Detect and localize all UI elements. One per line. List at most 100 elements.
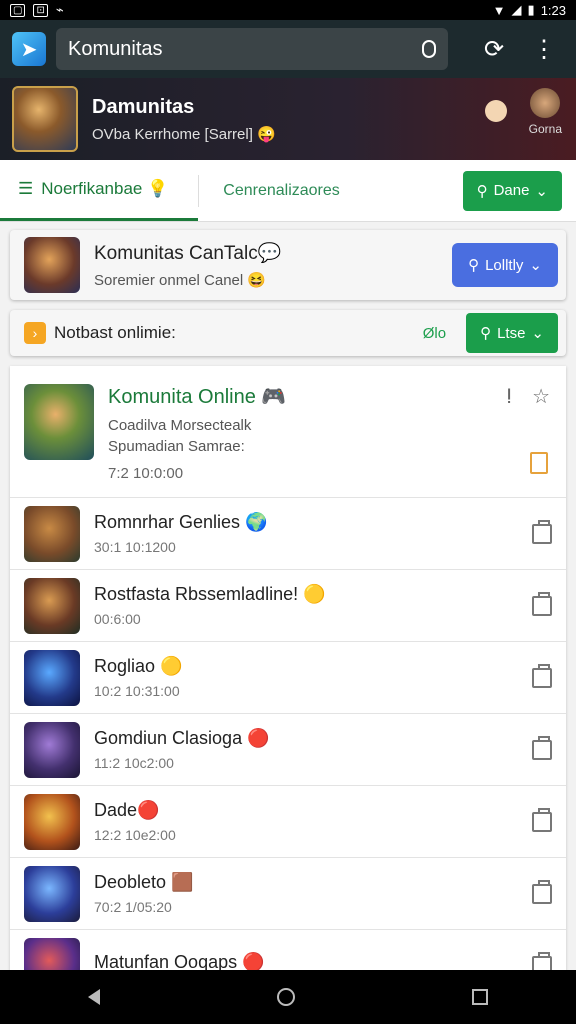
search-icon: ⚲: [468, 257, 480, 274]
more-vert-icon[interactable]: ⋮: [524, 35, 564, 64]
dane-button-label: Dane: [493, 182, 530, 199]
notice-button-label: Ltse: [497, 324, 526, 342]
community-thumb: [24, 237, 80, 293]
recents-icon[interactable]: [471, 989, 488, 1005]
notice-label: Notbast onlimie:: [54, 323, 176, 342]
home-icon[interactable]: [276, 988, 295, 1006]
community-list: Komunita Online 🎮 Coadilva Morsectealk S…: [10, 366, 566, 986]
bookmark-icon[interactable]: ☆: [532, 384, 550, 409]
notification-icon: ▢: [10, 3, 26, 17]
notice-card[interactable]: › Notbast onlimie: Ølo ⚲ Ltse ⌄: [10, 310, 566, 356]
item-time: 10:2 10:31:00: [94, 683, 180, 699]
chevron-down-icon: ⌄: [531, 325, 544, 342]
item-thumb: [24, 865, 80, 922]
item-thumb: [24, 577, 80, 634]
item-text: Gomdiun Clasioga 🔴 11:2 10c2:00: [94, 728, 532, 771]
featured-title: Komunita Online 🎮: [108, 386, 287, 408]
banner-text: Damunitas OVba Kerrhome [Sarrel] 😜: [92, 96, 276, 143]
list-item[interactable]: Romnrhar Genlies 🌍 30:1 10:1200: [10, 498, 566, 570]
status-time: 1:23: [540, 2, 566, 18]
community-card-button[interactable]: ⚲ Lolltly ⌄: [452, 243, 558, 287]
item-time: 12:2 10e2:00: [94, 827, 176, 843]
wifi-icon: ▼: [492, 2, 506, 18]
item-time: 30:1 10:1200: [94, 539, 176, 555]
search-icon: ⚲: [480, 325, 492, 342]
search-input[interactable]: Komunitas: [56, 28, 448, 70]
item-title: Dade🔴: [94, 800, 160, 820]
item-thumb: [24, 793, 80, 850]
community-card-title: Komunitas CanTalc💬: [94, 243, 282, 264]
item-title: Rogliao 🟡: [94, 656, 183, 676]
share-icon[interactable]: [532, 879, 552, 904]
app-bar: ➤ Komunitas ⟳ ⋮: [0, 20, 576, 78]
list-item[interactable]: Rostfasta Rbssemladline! 🟡 00:6:00: [10, 570, 566, 642]
gamer-profile[interactable]: Gorna: [529, 88, 562, 136]
banner-subtitle: OVba Kerrhome [Sarrel] 😜: [92, 125, 276, 143]
item-title: Deobleto 🟫: [94, 872, 194, 892]
featured-text: Komunita Online 🎮 Coadilva Morsectealk S…: [108, 384, 286, 497]
play-icon: ›: [24, 322, 46, 344]
item-time: 00:6:00: [94, 611, 141, 627]
item-time: 11:2 10c2:00: [94, 755, 174, 771]
app-logo-icon[interactable]: ➤: [12, 32, 46, 66]
battery-icon: ▮: [527, 2, 535, 17]
community-banner: Damunitas OVba Kerrhome [Sarrel] 😜 Gorna: [0, 78, 576, 160]
item-time: 70:2 1/05:20: [94, 899, 172, 915]
search-icon: ⚲: [476, 182, 488, 200]
item-text: Deobleto 🟫 70:2 1/05:20: [94, 872, 532, 915]
featured-time: 7:2 10:0:00: [108, 465, 184, 482]
community-card-button-label: Lolltly: [485, 256, 524, 274]
item-text: Rostfasta Rbssemladline! 🟡 00:6:00: [94, 584, 532, 627]
community-card-text: Komunitas CanTalc💬 Soremier onmel Canel …: [94, 241, 452, 289]
status-right: ▼ ◢ ▮ 1:23: [493, 2, 566, 18]
chevron-down-icon: ⌄: [535, 182, 548, 200]
status-left: ▢ ⊡ ⌁: [10, 2, 64, 18]
info-icon[interactable]: ⵑ: [506, 384, 512, 409]
tab-divider: [198, 174, 200, 207]
share-icon[interactable]: [532, 807, 552, 832]
list-item[interactable]: Deobleto 🟫 70:2 1/05:20: [10, 858, 566, 930]
item-thumb: [24, 721, 80, 778]
signal-bars-icon: ◢: [511, 2, 522, 17]
search-input-value: Komunitas: [68, 37, 163, 60]
list-icon: ☰: [18, 179, 34, 198]
gamer-avatar: [530, 88, 561, 118]
share-icon[interactable]: [532, 663, 552, 688]
item-text: Romnrhar Genlies 🌍 30:1 10:1200: [94, 512, 532, 555]
item-title: Romnrhar Genlies 🌍: [94, 512, 268, 532]
item-text: Dade🔴 12:2 10e2:00: [94, 800, 532, 843]
banner-title: Damunitas: [92, 95, 195, 118]
community-card[interactable]: Komunitas CanTalc💬 Soremier onmel Canel …: [10, 230, 566, 300]
notice-button[interactable]: ⚲ Ltse ⌄: [466, 313, 558, 353]
items-container: Romnrhar Genlies 🌍 30:1 10:1200 Rostfasta …: [10, 498, 566, 986]
system-nav-bar: [0, 970, 576, 1024]
chevron-down-icon: ⌄: [529, 257, 542, 274]
list-item[interactable]: Dade🔴 12:2 10e2:00: [10, 786, 566, 858]
user-avatar[interactable]: [484, 100, 507, 122]
featured-actions: ⵑ ☆: [506, 384, 550, 409]
featured-line2: Spumadian Samrae:: [108, 438, 245, 455]
back-icon[interactable]: [88, 989, 101, 1005]
online-count: Ølo: [422, 324, 447, 342]
featured-thumb: [24, 384, 94, 460]
list-item[interactable]: Gomdiun Clasioga 🔴 11:2 10c2:00: [10, 714, 566, 786]
banner-right: Gorna: [484, 88, 562, 136]
share-icon[interactable]: [532, 735, 552, 760]
item-text: Rogliao 🟡 10:2 10:31:00: [94, 656, 532, 699]
tab-centralizers[interactable]: Cenrenalizaores: [223, 182, 462, 200]
gamer-label: Gorna: [528, 122, 562, 136]
mic-icon[interactable]: [422, 40, 436, 58]
sync-icon[interactable]: ⟳: [474, 35, 514, 64]
community-card-subtitle: Soremier onmel Canel 😆: [94, 272, 267, 289]
tab-notifications[interactable]: ☰ Noerfikanbae 💡: [0, 160, 199, 221]
clipboard-icon[interactable]: [530, 452, 548, 474]
share-icon[interactable]: [532, 519, 552, 544]
list-item[interactable]: Rogliao 🟡 10:2 10:31:00: [10, 642, 566, 714]
tab-notifications-label: Noerfikanbae 💡: [41, 179, 169, 198]
featured-item[interactable]: Komunita Online 🎮 Coadilva Morsectealk S…: [10, 366, 566, 498]
featured-line1: Coadilva Morsectealk: [108, 417, 252, 434]
cast-icon: ⊡: [33, 3, 48, 17]
dane-button[interactable]: ⚲ Dane ⌄: [462, 170, 562, 211]
signal-icon: ⌁: [55, 2, 64, 17]
share-icon[interactable]: [532, 591, 552, 616]
